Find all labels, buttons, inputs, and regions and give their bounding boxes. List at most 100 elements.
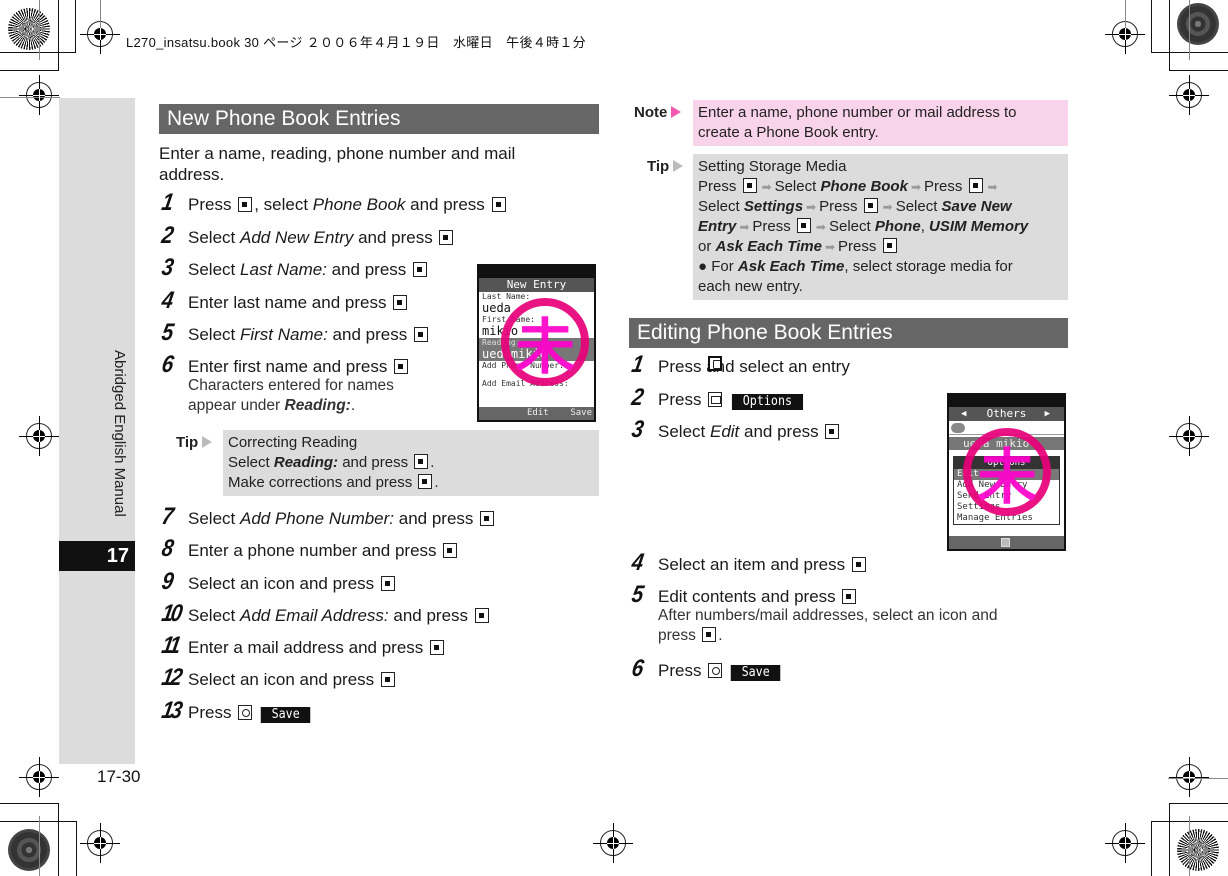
step-note: Characters entered for names appear under… bbox=[188, 376, 394, 416]
starburst-mark-top-right bbox=[1177, 3, 1219, 45]
step-text: Press , select Phone Book and press bbox=[188, 194, 508, 215]
tip-box-correcting-reading: Correcting Reading Select Reading: and pr… bbox=[223, 430, 599, 496]
center-key-icon bbox=[238, 197, 253, 212]
step-number: 4 bbox=[159, 287, 174, 314]
box-line: Press ➡ Select Phone Book ➡ Press ➡ bbox=[698, 177, 1063, 197]
step-number: 5 bbox=[629, 581, 644, 608]
step-text: Select Add Email Address: and press bbox=[188, 605, 491, 626]
section-title-editing-entries: Editing Phone Book Entries bbox=[629, 318, 1068, 348]
softkey-bar: Edit Save bbox=[479, 407, 594, 420]
trim-line bbox=[0, 97, 60, 98]
step-number: 13 bbox=[159, 697, 183, 724]
step-item: 5 Edit contents and press After numbers/m… bbox=[629, 581, 998, 644]
text-run: Press bbox=[658, 390, 707, 409]
step-number: 12 bbox=[159, 664, 183, 691]
center-key-icon bbox=[702, 627, 717, 642]
step-text: Edit contents and press bbox=[658, 586, 858, 607]
softkey-label: Save bbox=[730, 665, 781, 681]
triangle-icon bbox=[202, 436, 213, 448]
text-run: Select bbox=[188, 606, 240, 625]
screen-title: ◀ Others ▶ bbox=[949, 407, 1064, 421]
box-line: Enter a name, phone number or mail addre… bbox=[698, 104, 1017, 121]
step-note-line: appear under Reading:. bbox=[188, 396, 394, 416]
text-run: Select bbox=[774, 178, 821, 195]
step-number: 2 bbox=[629, 384, 644, 411]
box-title: Correcting Reading bbox=[228, 434, 358, 451]
step-item: 10 Select Add Email Address: and press bbox=[160, 600, 491, 627]
step-item: 4 Enter last name and press bbox=[159, 287, 409, 314]
step-number: 9 bbox=[159, 568, 174, 595]
step-number: 1 bbox=[629, 351, 644, 378]
text-run: and press bbox=[326, 260, 412, 279]
text-run: . bbox=[718, 627, 723, 644]
text-run: Press bbox=[188, 703, 237, 722]
starburst-mark-bottom-right bbox=[1177, 829, 1219, 871]
unfinished-stamp-icon: 未 bbox=[963, 428, 1051, 516]
step-item: 5 Select First Name: and press bbox=[159, 319, 430, 346]
trim-line bbox=[100, 0, 101, 30]
step-text: Select an icon and press bbox=[188, 669, 397, 690]
step-item: 4 Select an item and press bbox=[630, 549, 868, 576]
arrow-right-icon: ➡ bbox=[806, 200, 817, 214]
text-run: Select bbox=[228, 454, 274, 471]
field-value bbox=[479, 389, 594, 397]
tip-label-text: Tip bbox=[176, 434, 199, 451]
text-run: Enter a phone number and press bbox=[188, 541, 442, 560]
text-run: After numbers/mail addresses, select an … bbox=[658, 607, 998, 624]
center-key-icon bbox=[825, 424, 840, 439]
text-run: each new entry. bbox=[698, 278, 803, 295]
text-run: Select bbox=[895, 198, 942, 215]
registration-mark bbox=[1169, 757, 1209, 797]
screen-title-text: Others bbox=[986, 407, 1027, 420]
softkey-edit: Edit bbox=[527, 408, 549, 418]
step-note-line: Characters entered for names bbox=[188, 376, 394, 396]
text-run: Enter a mail address and press bbox=[188, 638, 429, 657]
trim-line bbox=[1168, 778, 1228, 779]
trim-line bbox=[1189, 816, 1190, 876]
text-run: , select storage media for bbox=[844, 258, 1013, 275]
text-run: Select bbox=[698, 198, 744, 215]
text-run: . bbox=[430, 454, 435, 471]
menu-item-ref: Edit bbox=[709, 422, 740, 441]
center-key-icon bbox=[842, 589, 857, 604]
step-number: 5 bbox=[159, 319, 174, 346]
step-item: 1 Press and select an entry bbox=[629, 351, 850, 378]
text-run: Characters entered for names bbox=[188, 377, 394, 394]
circle-key-icon bbox=[238, 705, 253, 720]
text-run: Select bbox=[188, 260, 240, 279]
starburst-mark-bottom-left bbox=[8, 829, 50, 871]
center-key-icon bbox=[393, 295, 408, 310]
text-run: Select bbox=[188, 228, 240, 247]
print-slug: L270_insatsu.book 30 ページ ２００６年４月１９日 水曜日 … bbox=[126, 35, 586, 50]
text-run: Press bbox=[188, 195, 237, 214]
text-run: Press bbox=[698, 178, 741, 195]
center-key-icon bbox=[491, 197, 506, 212]
softkey-bar bbox=[949, 536, 1064, 549]
menu-item-ref: Save New bbox=[941, 198, 1012, 215]
text-run: and press bbox=[405, 195, 490, 214]
right-arrow-icon: ▶ bbox=[1044, 409, 1050, 419]
menu-item-ref: Add New Entry bbox=[239, 228, 354, 247]
text-run: Select bbox=[188, 325, 240, 344]
menu-item-ref: Last Name: bbox=[239, 260, 327, 279]
center-key-icon bbox=[480, 511, 495, 526]
registration-mark bbox=[80, 823, 120, 863]
center-key-icon bbox=[414, 454, 429, 469]
arrow-right-icon: ➡ bbox=[987, 180, 998, 194]
search-icon bbox=[951, 423, 965, 433]
step-text: Enter last name and press bbox=[188, 292, 409, 313]
step-text: Select Last Name: and press bbox=[188, 259, 429, 280]
menu-item-ref: USIM Memory bbox=[929, 218, 1029, 235]
mail-key-icon bbox=[708, 392, 723, 407]
step-text: Enter first name and press bbox=[188, 356, 410, 377]
center-key-icon bbox=[413, 327, 428, 342]
step-item: 13 Press Save bbox=[159, 697, 314, 724]
text-run: and press bbox=[739, 422, 824, 441]
trim-line bbox=[1125, 0, 1126, 30]
step-text: Press Save bbox=[188, 702, 314, 723]
step-item: 6 Press Save bbox=[630, 655, 784, 682]
step-note-line: press . bbox=[658, 626, 997, 646]
step-item: 2 Press Options bbox=[629, 384, 807, 411]
box-line: Make corrections and press . bbox=[228, 473, 594, 493]
step-item: 3 Select Edit and press bbox=[630, 416, 841, 443]
